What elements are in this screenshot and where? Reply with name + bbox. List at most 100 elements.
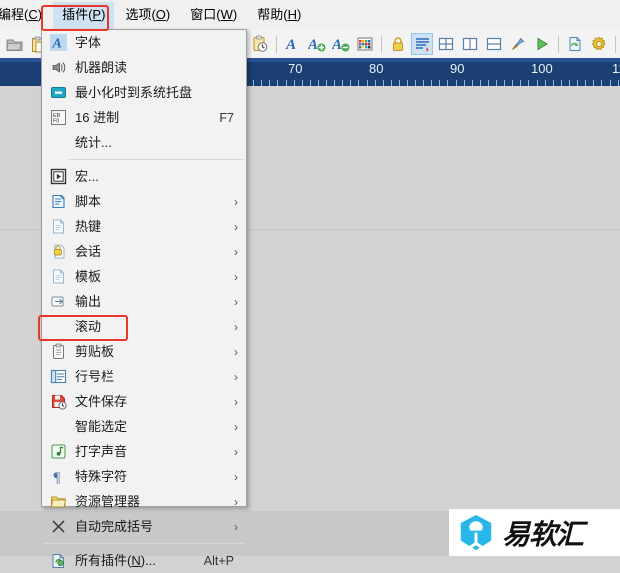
chevron-right-icon: › [234,494,238,509]
toolbar-separator [381,35,382,53]
toolbar-separator [276,35,277,53]
toolbar-separator [558,35,559,53]
menu-item-label: 最小化时到系统托盘 [75,84,193,100]
line-number-bar-icon [49,367,68,386]
file-save-icon [49,392,68,411]
menu-bar-item-3[interactable]: 窗口(W) [181,2,246,29]
script-icon [49,192,68,211]
svg-text:¶: ¶ [54,470,61,485]
font-icon[interactable]: A [282,33,304,55]
menu-item-6[interactable]: 脚本 › [42,189,246,214]
lock-icon[interactable] [387,33,409,55]
menu-item-shortcut: F7 [219,110,234,125]
menu-item-label: 文件保存 [75,393,128,409]
menu-item-label: 统计... [75,134,112,150]
split-grid-icon[interactable] [435,33,457,55]
svg-text:F0: F0 [53,119,59,125]
menu-item-9[interactable]: 模板 › [42,264,246,289]
chevron-right-icon: › [234,219,238,234]
menu-item-label: 剪贴板 [75,343,115,359]
refresh-page-icon[interactable] [564,33,586,55]
menu-item-label: 资源管理器 [75,493,141,509]
chevron-right-icon: › [234,269,238,284]
menu-item-18[interactable]: 资源管理器 › [42,489,246,514]
hex-ebf0-icon: EB F0 [49,108,68,127]
menu-item-label: 行号栏 [75,368,115,384]
chevron-right-icon: › [234,469,238,484]
menu-item-label: 输出 [75,293,102,309]
chevron-right-icon: › [234,294,238,309]
menu-item-label: 智能选定 [75,418,128,434]
svg-text:A: A [332,37,342,53]
menu-item-label: 会话 [75,243,102,259]
chevron-right-icon: › [234,519,238,534]
ruler-label-80: 80 [369,61,384,76]
menu-item-13[interactable]: 行号栏 › [42,364,246,389]
menu-bar-item-4[interactable]: 帮助(H) [248,2,310,29]
menu-item-12[interactable]: 剪贴板 › [42,339,246,364]
menu-item-14[interactable]: 文件保存 › [42,389,246,414]
hotkey-doc-icon [49,217,68,236]
menu-item-0[interactable]: A 字体 [42,30,246,55]
menu-item-17[interactable]: ¶ 特殊字符 › [42,464,246,489]
menu-item-label: 模板 [75,268,102,284]
color-palette-icon[interactable] [354,33,376,55]
menu-item-11[interactable]: 滚动 › [42,314,246,339]
pin-icon[interactable] [507,33,529,55]
svg-text:A: A [308,37,318,53]
menu-item-7[interactable]: 热键 › [42,214,246,239]
menu-item-label: 字体 [75,34,102,50]
svg-text:A: A [285,37,296,53]
menu-item-4[interactable]: 统计... [42,130,246,155]
settings-gear-icon[interactable] [588,33,610,55]
menu-bar-item-2[interactable]: 选项(O) [116,2,179,29]
menu-bar: 编程(C) 插件(P) 选项(O) 窗口(W) 帮助(H) [0,0,620,31]
split-vertical-icon[interactable] [459,33,481,55]
chevron-right-icon: › [234,394,238,409]
split-horizontal-icon[interactable] [483,33,505,55]
menu-bar-item-0[interactable]: 编程(C) [0,2,51,29]
menu-item-3[interactable]: EB F0 16 进制 F7 [42,105,246,130]
output-icon [49,292,68,311]
menu-item-label: 自动完成括号 [75,518,154,534]
menu-item-label: 机器朗读 [75,59,128,75]
menu-bar-item-1[interactable]: 插件(P) [53,1,115,29]
menu-item-1[interactable]: 机器朗读 [42,55,246,80]
none-icon [49,317,68,336]
menu-item-19[interactable]: 自动完成括号 › [42,514,246,539]
plugins-dropdown-menu[interactable]: A 字体 机器朗读 最小化时到系统托盘 EB F0 16 进制 F7 统计... 宏... 脚本 › 热… [41,29,247,568]
none-icon [49,417,68,436]
chevron-right-icon: › [234,344,238,359]
menu-item-10[interactable]: 输出 › [42,289,246,314]
menu-item-list: A 字体 机器朗读 最小化时到系统托盘 EB F0 16 进制 F7 统计... 宏... 脚本 › 热… [42,30,246,573]
menu-separator [44,159,244,160]
ruler-label-70: 70 [288,61,303,76]
font-a-icon: A [49,33,68,52]
ruler-label-11: 11 [612,61,620,76]
word-wrap-icon[interactable] [411,33,433,55]
chevron-right-icon: › [234,419,238,434]
speaker-icon [49,58,68,77]
template-doc-icon [49,267,68,286]
menu-item-20[interactable]: 所有插件(N)... Alt+P [42,548,246,573]
toolbar-separator [615,35,616,53]
menu-item-8[interactable]: 会话 › [42,239,246,264]
menu-item-2[interactable]: 最小化时到系统托盘 [42,80,246,105]
watermark-logo-icon [460,514,492,550]
menu-item-15[interactable]: 智能选定 › [42,414,246,439]
font-decrease-icon[interactable]: A [330,33,352,55]
chevron-right-icon: › [234,444,238,459]
menu-separator [44,543,244,544]
font-increase-icon[interactable]: A [306,33,328,55]
toolbar-right-group: A A A [248,30,620,58]
open-icon[interactable] [3,33,25,55]
run-icon[interactable] [531,33,553,55]
music-note-icon [49,442,68,461]
clipboard-clock-icon[interactable] [249,33,271,55]
menu-item-5[interactable]: 宏... [42,164,246,189]
none-icon [49,133,68,152]
menu-item-16[interactable]: 打字声音 › [42,439,246,464]
menu-item-label: 热键 [75,218,102,234]
brackets-icon [49,517,68,536]
menu-item-label: 滚动 [75,318,102,334]
